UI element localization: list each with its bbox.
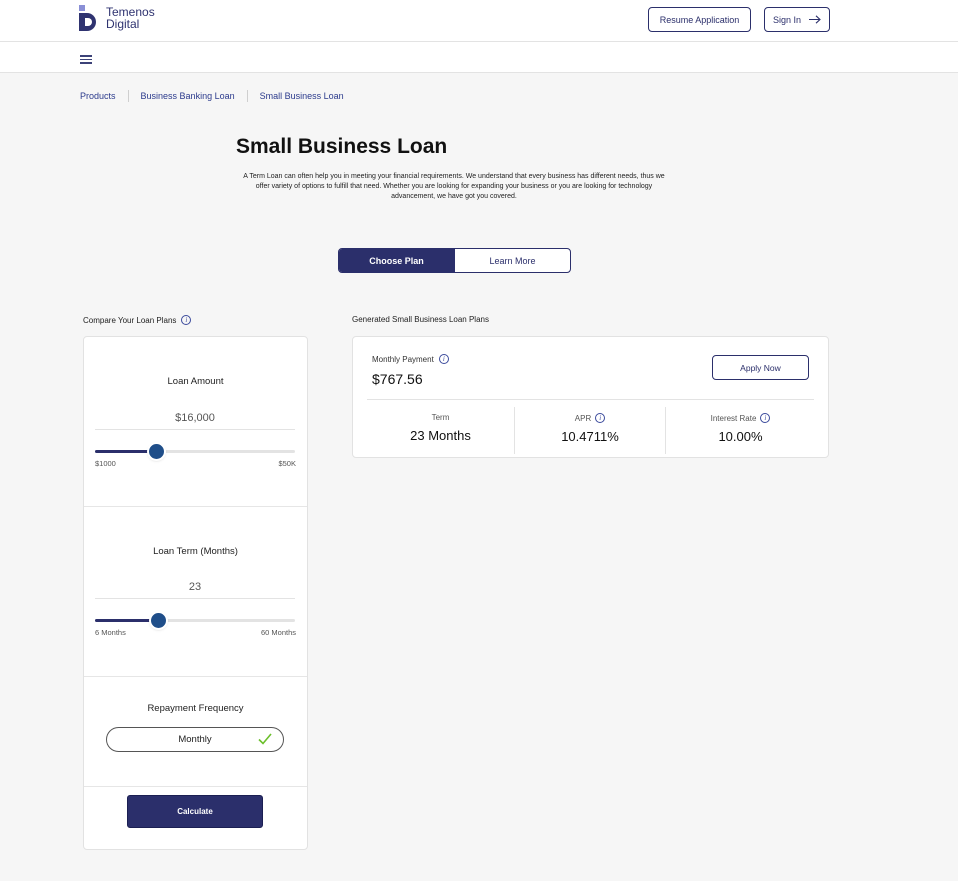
loan-amount-value[interactable]: $16,000 (95, 412, 295, 430)
loan-amount-slider-handle[interactable] (149, 444, 165, 459)
interest-rate-label-text: Interest Rate (710, 413, 757, 423)
top-header: Temenos Digital Resume Application Sign … (0, 0, 958, 42)
arrow-right-icon (809, 15, 821, 24)
loan-amount-min: $1000 (95, 459, 116, 468)
checkmark-icon (258, 733, 272, 745)
monthly-payment-label-text: Monthly Payment (372, 354, 434, 364)
generated-plans-text: Generated Small Business Loan Plans (352, 315, 489, 324)
page-description: A Term Loan can often help you in meetin… (243, 173, 665, 200)
apply-now-button[interactable]: Apply Now (712, 355, 809, 380)
info-icon[interactable]: i (181, 315, 192, 325)
loan-term-max: 60 Months (260, 628, 296, 637)
brand-name: Temenos Digital (106, 6, 155, 30)
apr-label: APR i (515, 413, 665, 423)
brand-line-2: Digital (106, 17, 140, 31)
tab-choose-plan[interactable]: Choose Plan (339, 249, 454, 272)
loan-amount-slider[interactable] (95, 444, 295, 459)
loan-calculator-card: Loan Amount $16,000 $1000 $50K Loan Term… (83, 336, 308, 850)
monthly-payment-value: $767.56 (372, 371, 423, 387)
interest-rate-label: Interest Rate i (666, 413, 815, 423)
breadcrumb-small-business-loan[interactable]: Small Business Loan (246, 90, 356, 102)
brand-logo[interactable]: Temenos Digital (79, 5, 155, 31)
hamburger-menu-icon[interactable] (80, 55, 92, 64)
temenos-logo-icon (79, 5, 102, 31)
loan-term-slider-handle[interactable] (151, 613, 166, 628)
loan-plan-card: Monthly Payment i $767.56 Apply Now Term… (352, 336, 829, 458)
resume-application-button[interactable]: Resume Application (648, 7, 751, 32)
term-value: 23 Months (410, 428, 471, 443)
loan-term-min: 6 Months (95, 628, 126, 637)
tab-learn-more[interactable]: Learn More (454, 249, 570, 272)
loan-term-slider-fill (95, 619, 158, 622)
term-stat: Term 23 Months (367, 407, 514, 454)
breadcrumb-products[interactable]: Products (80, 90, 128, 102)
repayment-frequency-title: Repayment Frequency (147, 703, 244, 714)
calculate-button[interactable]: Calculate (127, 795, 263, 828)
apr-value: 10.4711% (561, 429, 619, 444)
sign-in-button[interactable]: Sign In (764, 7, 830, 32)
loan-amount-slider-fill (95, 450, 157, 453)
info-icon[interactable]: i (760, 413, 771, 423)
loan-term-title: Loan Term (Months) (153, 546, 238, 557)
repayment-frequency-value: Monthly (178, 734, 212, 745)
loan-amount-section: Loan Amount $16,000 $1000 $50K (84, 337, 307, 507)
loan-amount-title: Loan Amount (167, 376, 224, 387)
plan-tabs: Choose Plan Learn More (338, 248, 571, 273)
info-icon[interactable]: i (438, 354, 449, 364)
generated-plans-label: Generated Small Business Loan Plans (352, 315, 489, 324)
sign-in-label: Sign In (772, 14, 802, 25)
loan-term-value[interactable]: 23 (95, 581, 295, 599)
loan-term-slider[interactable] (95, 613, 295, 628)
apr-stat: APR i 10.4711% (514, 407, 665, 454)
apr-label-text: APR (574, 413, 592, 423)
interest-rate-stat: Interest Rate i 10.00% (665, 407, 815, 454)
term-label-text: Term (431, 413, 450, 422)
breadcrumb-business-banking-loan[interactable]: Business Banking Loan (127, 90, 247, 102)
breadcrumb: Products Business Banking Loan Small Bus… (80, 90, 356, 102)
monthly-payment-label: Monthly Payment i (372, 354, 449, 364)
loan-term-section: Loan Term (Months) 23 6 Months 60 Months (84, 507, 307, 677)
info-icon[interactable]: i (595, 413, 606, 423)
compare-plans-label: Compare Your Loan Plans i (83, 315, 192, 325)
interest-rate-value: 10.00% (718, 429, 763, 444)
compare-plans-text: Compare Your Loan Plans (83, 315, 177, 325)
term-label: Term (367, 413, 514, 422)
repayment-frequency-select[interactable]: Monthly (106, 727, 284, 752)
loan-amount-max: $50K (278, 459, 296, 468)
page-title: Small Business Loan (236, 135, 448, 158)
sub-navigation-bar (0, 42, 958, 73)
plan-divider (367, 399, 814, 400)
